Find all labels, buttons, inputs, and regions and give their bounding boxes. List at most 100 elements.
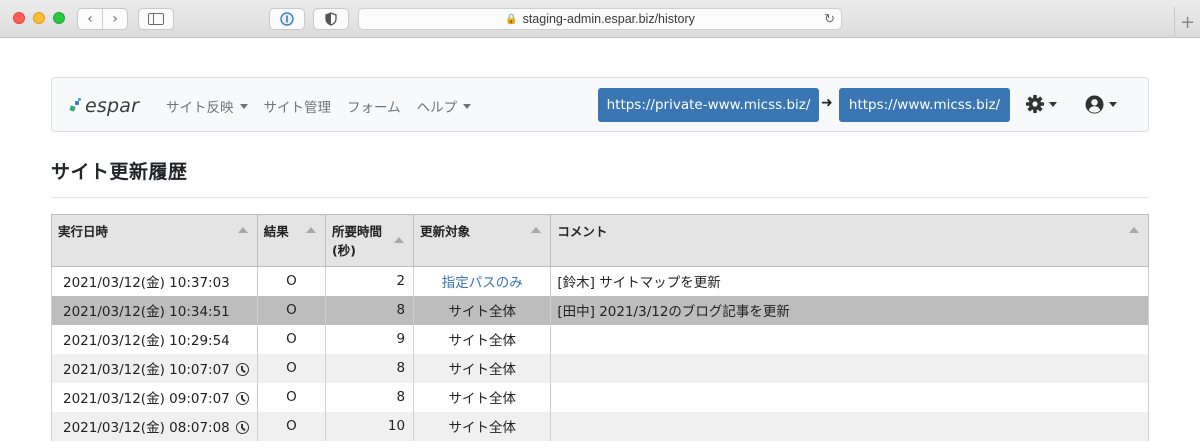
- column-header-comment[interactable]: コメント: [550, 214, 1149, 267]
- caret-down-icon: [239, 103, 248, 109]
- cell-duration: 8: [325, 295, 415, 325]
- table-header-row: 実行日時 結果 所要時間 (秒) 更新対象 コメント: [51, 214, 1149, 267]
- cell-date: 2021/03/12(金) 10:37:03: [51, 266, 258, 296]
- cell-target: サイト全体: [413, 353, 552, 383]
- cell-date: 2021/03/12(金) 09:07:07: [51, 382, 258, 412]
- plus-icon: +: [1179, 12, 1196, 33]
- cell-comment: [550, 324, 1149, 354]
- sidebar-toggle-button[interactable]: [138, 8, 174, 30]
- address-bar[interactable]: 🔒 staging-admin.espar.biz/history ↻: [358, 8, 842, 30]
- sort-asc-icon: [1129, 227, 1139, 233]
- browser-toolbar: ‹ › 🔒 staging-admin.espar.biz/history ↻ …: [0, 0, 1200, 38]
- table-row[interactable]: 2021/03/12(金) 08:07:08 O 10 サイト全体: [51, 411, 1149, 441]
- forward-button[interactable]: ›: [102, 9, 127, 29]
- cell-result: O: [256, 382, 327, 412]
- sort-asc-icon: [394, 237, 405, 243]
- column-header-duration[interactable]: 所要時間 (秒): [325, 214, 415, 267]
- user-menu-button[interactable]: [1085, 95, 1117, 114]
- cell-date: 2021/03/12(金) 08:07:08: [51, 411, 258, 441]
- header-label: コメント: [557, 224, 608, 239]
- reload-icon[interactable]: ↻: [824, 11, 835, 27]
- column-header-result[interactable]: 結果: [256, 214, 327, 267]
- minimize-window-button[interactable]: [33, 12, 45, 24]
- divider: [51, 197, 1149, 198]
- cell-result: O: [256, 266, 327, 296]
- history-nav: ‹ ›: [77, 8, 128, 30]
- cell-target-link[interactable]: 指定パスのみ: [413, 266, 552, 296]
- cell-result: O: [256, 295, 327, 325]
- date-text: 2021/03/12(金) 10:07:07: [63, 362, 230, 378]
- close-window-button[interactable]: [13, 12, 25, 24]
- cell-comment: [田中] 2021/3/12のブログ記事を更新: [550, 295, 1149, 325]
- cell-duration: 9: [325, 324, 415, 354]
- cell-date: 2021/03/12(金) 10:29:54: [51, 324, 258, 354]
- table-row[interactable]: 2021/03/12(金) 10:37:03 O 2 指定パスのみ [鈴木] サ…: [51, 266, 1149, 296]
- new-tab-button[interactable]: +: [1174, 7, 1200, 38]
- source-site-button[interactable]: https://private-www.micss.biz/: [598, 88, 819, 122]
- page-title: サイト更新履歴: [51, 161, 188, 183]
- password-manager-icon: [280, 12, 294, 26]
- sort-asc-icon: [531, 227, 542, 233]
- cell-date: 2021/03/12(金) 10:07:07: [51, 353, 258, 383]
- clock-icon: [235, 363, 249, 376]
- app-navbar: espar サイト反映 サイト管理 フォーム ヘルプ https://priva…: [51, 77, 1149, 132]
- table-row[interactable]: 2021/03/12(金) 10:29:54 O 9 サイト全体: [51, 324, 1149, 354]
- menu-label: ヘルプ: [416, 100, 458, 116]
- cell-duration: 10: [325, 411, 415, 441]
- cell-comment: [鈴木] サイトマップを更新: [550, 266, 1149, 296]
- column-header-date[interactable]: 実行日時: [51, 214, 258, 267]
- date-text: 2021/03/12(金) 08:07:08: [63, 420, 230, 436]
- caret-down-icon: [463, 103, 472, 109]
- header-label: 所要時間: [332, 224, 383, 239]
- cell-duration: 2: [325, 266, 415, 296]
- clock-icon: [235, 421, 249, 434]
- table-row[interactable]: 2021/03/12(金) 10:07:07 O 8 サイト全体: [51, 353, 1149, 383]
- cell-comment: [550, 382, 1149, 412]
- gear-icon: [1026, 95, 1044, 113]
- lock-icon: 🔒: [505, 13, 518, 25]
- menu-site-publish[interactable]: サイト反映: [166, 96, 248, 116]
- sort-asc-icon: [237, 227, 248, 233]
- cell-result: O: [256, 353, 327, 383]
- address-text: staging-admin.espar.biz/history: [522, 12, 695, 26]
- logo-text: espar: [85, 95, 140, 117]
- settings-menu-button[interactable]: [1026, 95, 1057, 113]
- cell-target: サイト全体: [413, 382, 552, 412]
- cell-duration: 8: [325, 353, 415, 383]
- menu-help[interactable]: ヘルプ: [417, 96, 472, 116]
- cell-result: O: [256, 324, 327, 354]
- menu-label: フォーム: [347, 100, 401, 116]
- sidebar-icon: [148, 13, 164, 25]
- shield-extension-button[interactable]: [313, 8, 349, 30]
- cell-date: 2021/03/12(金) 10:34:51: [51, 295, 258, 325]
- zoom-window-button[interactable]: [53, 12, 65, 24]
- cell-target: サイト全体: [413, 411, 552, 441]
- cell-duration: 8: [325, 382, 415, 412]
- menu-label: サイト反映: [166, 100, 234, 116]
- column-header-target[interactable]: 更新対象: [413, 214, 552, 267]
- caret-down-icon: [1109, 102, 1117, 107]
- shield-icon: [325, 12, 337, 26]
- cell-target: サイト全体: [413, 295, 552, 325]
- table-row[interactable]: 2021/03/12(金) 09:07:07 O 8 サイト全体: [51, 382, 1149, 412]
- user-circle-icon: [1085, 95, 1104, 114]
- header-label: 更新対象: [420, 224, 471, 239]
- logo-mark-icon: [68, 98, 82, 114]
- menu-form[interactable]: フォーム: [347, 96, 401, 116]
- header-label: 実行日時: [58, 224, 109, 239]
- sort-asc-icon: [306, 227, 317, 233]
- menu-label: サイト管理: [263, 100, 332, 116]
- menu-site-management[interactable]: サイト管理: [264, 96, 332, 116]
- cell-target: サイト全体: [413, 324, 552, 354]
- espar-logo[interactable]: espar: [68, 95, 139, 117]
- table-row[interactable]: 2021/03/12(金) 10:34:51 O 8 サイト全体 [田中] 20…: [51, 295, 1149, 325]
- arrow-right-icon: ➜: [821, 95, 833, 111]
- caret-down-icon: [1049, 101, 1057, 107]
- cell-comment: [550, 353, 1149, 383]
- back-button[interactable]: ‹: [78, 9, 102, 29]
- header-label: 結果: [263, 224, 289, 239]
- password-extension-button[interactable]: [269, 8, 305, 30]
- date-text: 2021/03/12(金) 09:07:07: [63, 391, 230, 407]
- target-site-button[interactable]: https://www.micss.biz/: [839, 88, 1010, 122]
- cell-comment: [550, 411, 1149, 441]
